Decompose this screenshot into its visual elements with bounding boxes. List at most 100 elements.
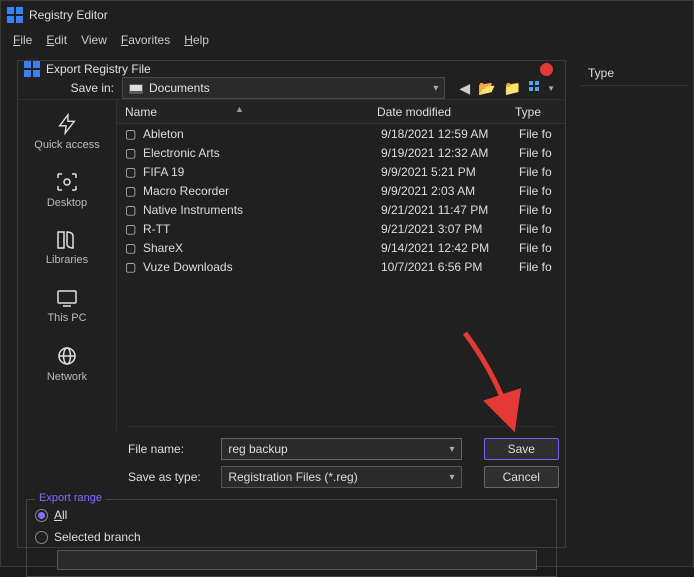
chevron-down-icon: ▾ [433, 83, 438, 94]
chevron-down-icon[interactable]: ▾ [450, 444, 455, 455]
folder-icon: ▢ [125, 223, 139, 235]
regedit-icon [7, 7, 23, 23]
menu-file[interactable]: File [13, 33, 32, 47]
radio-all-label: All [54, 508, 67, 522]
new-folder-icon[interactable]: 📁 [504, 80, 521, 97]
window-title: Registry Editor [29, 8, 108, 22]
menu-edit[interactable]: Edit [46, 33, 67, 47]
file-row[interactable]: ▢ Electronic Arts9/19/2021 12:32 AMFile f… [117, 143, 565, 162]
file-row[interactable]: ▢ ShareX9/14/2021 12:42 PMFile fo [117, 238, 565, 257]
file-type: File fo [519, 146, 565, 160]
file-type: File fo [519, 260, 565, 274]
radio-all-row[interactable]: All [35, 504, 548, 526]
file-name: Vuze Downloads [143, 260, 381, 274]
place-this-pc[interactable]: This PC [18, 278, 116, 334]
file-rows: ▢Ableton9/18/2021 12:59 AMFile fo▢Electr… [117, 124, 565, 276]
back-icon[interactable]: ◀ [459, 80, 470, 97]
file-name: Electronic Arts [143, 146, 381, 160]
file-name: Native Instruments [143, 203, 381, 217]
file-date: 9/9/2021 5:21 PM [381, 165, 519, 179]
menubar: File Edit View Favorites Help [1, 29, 693, 51]
column-headers: Name▲ Date modified Type [117, 100, 565, 124]
nav-toolbar: ◀ 📂 📁 ▼ [453, 80, 555, 97]
folder-icon: ▢ [125, 166, 139, 178]
folder-icon: ▢ [125, 204, 139, 216]
menu-view[interactable]: View [81, 33, 107, 47]
folder-icon: ▢ [125, 185, 139, 197]
file-name: Ableton [143, 127, 381, 141]
place-libraries[interactable]: Libraries [18, 220, 116, 276]
file-date: 9/18/2021 12:59 AM [381, 127, 519, 141]
save-in-select[interactable]: Documents ▾ [122, 77, 445, 99]
file-date: 9/19/2021 12:32 AM [381, 146, 519, 160]
file-row[interactable]: ▢ Macro Recorder9/9/2021 2:03 AMFile fo [117, 181, 565, 200]
place-desktop[interactable]: Desktop [18, 162, 116, 218]
radio-selected-row[interactable]: Selected branch [35, 526, 548, 548]
save-button[interactable]: Save [484, 438, 559, 460]
file-row[interactable]: ▢ Ableton9/18/2021 12:59 AMFile fo [117, 124, 565, 143]
column-type[interactable]: Type [515, 105, 565, 119]
file-name-label: File name: [128, 442, 213, 456]
save-as-type-label: Save as type: [128, 470, 213, 484]
files-spacer [127, 426, 555, 427]
background-column-header: Type [580, 60, 688, 86]
views-menu[interactable]: ▼ [529, 81, 555, 95]
save-in-row: Save in: Documents ▾ ◀ 📂 📁 ▼ [18, 77, 565, 99]
chevron-down-icon[interactable]: ▾ [450, 472, 455, 483]
save-as-type-select[interactable]: Registration Files (*.reg) ▾ [221, 466, 461, 488]
up-folder-icon[interactable]: 📂 [478, 80, 495, 97]
file-name: ShareX [143, 241, 381, 255]
menu-favorites[interactable]: Favorites [121, 33, 170, 47]
menu-help[interactable]: Help [184, 33, 209, 47]
background-type-column[interactable]: Type [588, 66, 614, 80]
column-date[interactable]: Date modified [377, 105, 515, 119]
file-date: 9/21/2021 11:47 PM [381, 203, 519, 217]
regedit-icon [24, 61, 40, 77]
file-type: File fo [519, 222, 565, 236]
file-type: File fo [519, 203, 565, 217]
file-name: Macro Recorder [143, 184, 381, 198]
save-in-value: Documents [149, 81, 210, 95]
dialog-body: Quick access Desktop Libraries This PC N… [18, 99, 565, 431]
file-date: 10/7/2021 6:56 PM [381, 260, 519, 274]
column-name[interactable]: Name▲ [117, 105, 377, 119]
titlebar: Registry Editor [1, 1, 693, 29]
file-row[interactable]: ▢ FIFA 199/9/2021 5:21 PMFile fo [117, 162, 565, 181]
file-row[interactable]: ▢ R-TT9/21/2021 3:07 PMFile fo [117, 219, 565, 238]
place-network[interactable]: Network [18, 336, 116, 392]
radio-all[interactable] [35, 509, 48, 522]
export-range-group: Export range All Selected branch [26, 499, 557, 577]
documents-icon [129, 82, 143, 94]
file-type: File fo [519, 127, 565, 141]
dialog-title: Export Registry File [46, 62, 151, 76]
file-list-pane: Name▲ Date modified Type ▢ Ableton9/18/20… [116, 100, 565, 431]
export-range-legend: Export range [35, 492, 106, 504]
place-quick-access[interactable]: Quick access [18, 104, 116, 160]
cancel-button[interactable]: Cancel [484, 466, 559, 488]
file-date: 9/9/2021 2:03 AM [381, 184, 519, 198]
file-row[interactable]: ▢ Native Instruments9/21/2021 11:47 PMFil… [117, 200, 565, 219]
recording-indicator-icon [540, 63, 553, 76]
file-type: File fo [519, 241, 565, 255]
dialog-titlebar: Export Registry File [18, 61, 565, 77]
radio-selected-label: Selected branch [54, 530, 141, 544]
file-row[interactable]: ▢ Vuze Downloads10/7/2021 6:56 PMFile fo [117, 257, 565, 276]
selected-branch-input[interactable] [57, 550, 537, 570]
folder-icon: ▢ [125, 147, 139, 159]
file-date: 9/14/2021 12:42 PM [381, 241, 519, 255]
folder-icon: ▢ [125, 128, 139, 140]
bottom-controls: File name: reg backup ▾ Save Save as typ… [18, 431, 565, 493]
file-type: File fo [519, 184, 565, 198]
folder-icon: ▢ [125, 242, 139, 254]
file-name: R-TT [143, 222, 381, 236]
places-bar: Quick access Desktop Libraries This PC N… [18, 100, 116, 431]
sort-asc-icon: ▲ [235, 104, 244, 114]
export-dialog: Export Registry File Save in: Documents … [17, 60, 566, 548]
folder-icon: ▢ [125, 261, 139, 273]
file-name-input[interactable]: reg backup ▾ [221, 438, 461, 460]
file-name: FIFA 19 [143, 165, 381, 179]
file-date: 9/21/2021 3:07 PM [381, 222, 519, 236]
save-in-label: Save in: [54, 81, 114, 95]
file-type: File fo [519, 165, 565, 179]
radio-selected-branch[interactable] [35, 531, 48, 544]
